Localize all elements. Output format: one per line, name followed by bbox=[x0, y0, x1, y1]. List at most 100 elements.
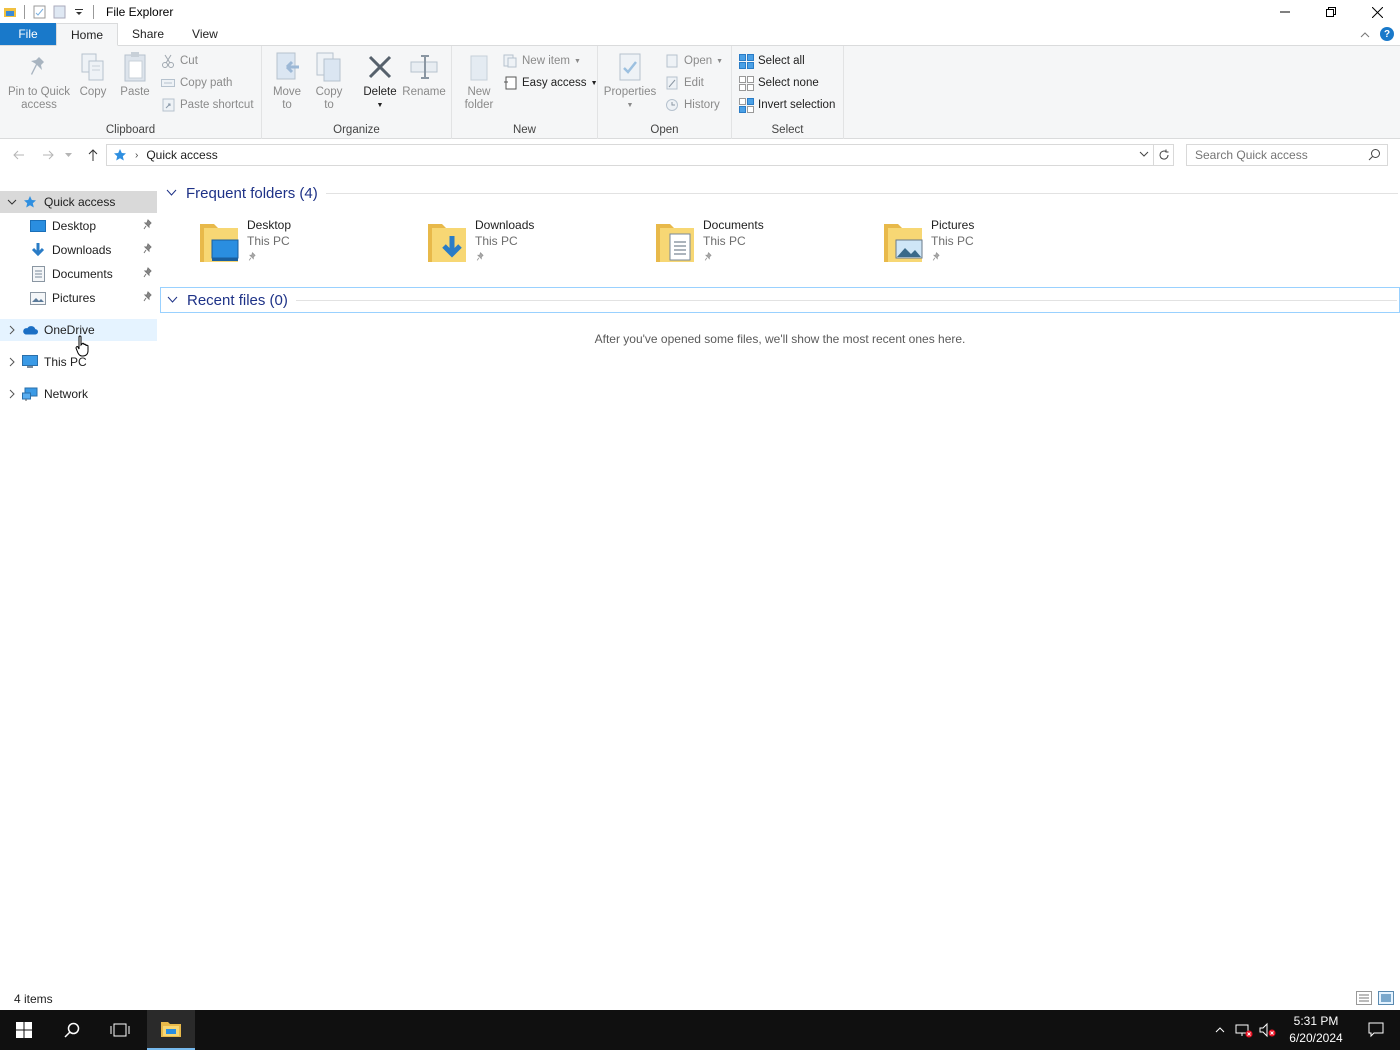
folder-location: This PC bbox=[931, 234, 974, 248]
new-item-label: New item bbox=[522, 55, 570, 67]
nav-item-downloads[interactable]: Downloads bbox=[0, 239, 157, 261]
expand-chevron-icon[interactable] bbox=[6, 357, 18, 367]
details-view-icon[interactable] bbox=[1356, 991, 1372, 1005]
address-bar[interactable]: › Quick access bbox=[106, 144, 1154, 166]
select-all-button[interactable]: Select all bbox=[738, 51, 805, 71]
rename-button[interactable]: Rename bbox=[402, 50, 446, 99]
new-item-button[interactable]: New item ▼ bbox=[502, 51, 581, 71]
folder-tile-downloads[interactable]: Downloads This PC bbox=[388, 216, 608, 266]
paste-button[interactable]: Paste bbox=[118, 50, 152, 99]
folder-location: This PC bbox=[247, 234, 290, 248]
refresh-icon bbox=[1159, 149, 1169, 160]
open-button[interactable]: Open ▼ bbox=[664, 51, 723, 71]
tab-share[interactable]: Share bbox=[118, 23, 178, 45]
large-icons-view-icon[interactable] bbox=[1378, 991, 1394, 1005]
nav-item-quick-access[interactable]: Quick access bbox=[0, 191, 157, 213]
quick-access-toolbar bbox=[0, 0, 100, 24]
network-disconnected-icon[interactable] bbox=[1232, 1010, 1256, 1050]
search-input[interactable] bbox=[1195, 148, 1355, 162]
recent-files-header[interactable]: Recent files (0) bbox=[160, 287, 1400, 313]
tab-view[interactable]: View bbox=[178, 23, 232, 45]
folder-tile-desktop[interactable]: Desktop This PC bbox=[160, 216, 380, 266]
new-folder-button[interactable]: New folder bbox=[460, 50, 498, 112]
taskbar-clock[interactable]: 5:31 PM 6/20/2024 bbox=[1280, 1013, 1352, 1047]
folder-location: This PC bbox=[475, 234, 518, 248]
delete-x-icon bbox=[364, 50, 396, 84]
cut-button[interactable]: Cut bbox=[160, 51, 198, 71]
customize-qat-icon[interactable] bbox=[71, 4, 87, 20]
frequent-folders-header[interactable]: Frequent folders (4) bbox=[160, 180, 1400, 206]
select-none-button[interactable]: Select none bbox=[738, 73, 819, 93]
help-icon[interactable]: ? bbox=[1380, 27, 1394, 41]
back-arrow-icon[interactable] bbox=[11, 147, 27, 163]
search-icon[interactable] bbox=[1368, 148, 1381, 164]
collapse-chevron-icon[interactable] bbox=[167, 294, 181, 306]
properties-qat-icon[interactable] bbox=[31, 4, 47, 20]
close-button[interactable] bbox=[1354, 0, 1400, 24]
minimize-button[interactable] bbox=[1262, 0, 1308, 24]
copy-icon bbox=[77, 50, 109, 84]
copy-button[interactable]: Copy bbox=[76, 50, 110, 99]
search-box[interactable] bbox=[1186, 144, 1388, 166]
taskbar-file-explorer-button[interactable] bbox=[147, 1010, 195, 1050]
select-group: Select all Select none Invert selection … bbox=[732, 46, 844, 139]
pinned-icon bbox=[248, 251, 257, 265]
folder-tile-documents[interactable]: Documents This PC bbox=[616, 216, 836, 266]
history-button[interactable]: History bbox=[664, 95, 720, 115]
folder-name: Downloads bbox=[475, 218, 535, 232]
nav-item-network[interactable]: Network bbox=[0, 383, 157, 405]
move-to-button[interactable]: Move to bbox=[270, 50, 304, 112]
breadcrumb-quick-access[interactable]: Quick access bbox=[146, 148, 217, 162]
nav-item-desktop[interactable]: Desktop bbox=[0, 215, 157, 237]
minimize-ribbon-icon[interactable] bbox=[1360, 27, 1370, 41]
windows-logo-icon bbox=[16, 1022, 32, 1038]
show-hidden-icons-chevron-icon[interactable] bbox=[1208, 1010, 1232, 1050]
properties-dropdown-icon[interactable]: ▼ bbox=[627, 99, 634, 112]
new-folder-qat-icon[interactable] bbox=[51, 4, 67, 20]
expand-chevron-icon[interactable] bbox=[6, 389, 18, 399]
expand-chevron-icon[interactable] bbox=[6, 325, 18, 335]
select-all-label: Select all bbox=[758, 55, 805, 67]
up-arrow-icon[interactable] bbox=[85, 147, 101, 163]
copy-to-line1: Copy bbox=[315, 86, 343, 98]
volume-muted-icon[interactable] bbox=[1256, 1010, 1280, 1050]
restore-button[interactable] bbox=[1308, 0, 1354, 24]
easy-access-button[interactable]: Easy access ▼ bbox=[502, 73, 598, 93]
clipboard-group: Pin to Quick access Copy Paste Cut Copy … bbox=[0, 46, 262, 139]
action-center-button[interactable] bbox=[1352, 1010, 1400, 1050]
pin-to-quick-access-button[interactable]: Pin to Quick access bbox=[6, 50, 72, 112]
move-to-line2: to bbox=[282, 99, 292, 111]
breadcrumb-chevron-icon[interactable]: › bbox=[135, 150, 138, 161]
forward-arrow-icon[interactable] bbox=[40, 147, 56, 163]
edit-label: Edit bbox=[684, 77, 704, 89]
properties-icon bbox=[614, 50, 646, 84]
nav-label-quick-access: Quick access bbox=[44, 195, 116, 209]
nav-item-documents[interactable]: Documents bbox=[0, 263, 157, 285]
collapse-chevron-icon[interactable] bbox=[6, 199, 18, 205]
start-button[interactable] bbox=[0, 1010, 48, 1050]
invert-selection-button[interactable]: Invert selection bbox=[738, 95, 835, 115]
copy-to-line2: to bbox=[324, 99, 334, 111]
taskbar-search-button[interactable] bbox=[48, 1010, 96, 1050]
window-controls bbox=[1262, 0, 1400, 24]
recent-locations-chevron-icon[interactable] bbox=[63, 147, 73, 163]
refresh-button[interactable] bbox=[1154, 144, 1174, 166]
collapse-chevron-icon[interactable] bbox=[166, 187, 180, 199]
delete-dropdown-icon[interactable]: ▼ bbox=[377, 99, 384, 112]
properties-button[interactable]: Properties ▼ bbox=[604, 50, 656, 112]
clock-time: 5:31 PM bbox=[1293, 1014, 1339, 1028]
nav-item-pictures[interactable]: Pictures bbox=[0, 287, 157, 309]
clipboard-group-label: Clipboard bbox=[105, 124, 156, 136]
edit-button[interactable]: Edit bbox=[664, 73, 704, 93]
copy-to-button[interactable]: Copy to bbox=[312, 50, 346, 112]
address-history-dropdown-icon[interactable] bbox=[1139, 149, 1149, 160]
paste-shortcut-button[interactable]: Paste shortcut bbox=[160, 95, 254, 115]
delete-button[interactable]: Delete ▼ bbox=[360, 50, 400, 112]
file-explorer-app-icon[interactable] bbox=[2, 4, 18, 20]
tab-file[interactable]: File bbox=[0, 23, 56, 45]
task-view-button[interactable] bbox=[96, 1010, 144, 1050]
pictures-folder-icon bbox=[882, 218, 928, 264]
folder-tile-pictures[interactable]: Pictures This PC bbox=[844, 216, 1064, 266]
copy-path-button[interactable]: Copy path bbox=[160, 73, 232, 93]
tab-home[interactable]: Home bbox=[56, 23, 119, 46]
